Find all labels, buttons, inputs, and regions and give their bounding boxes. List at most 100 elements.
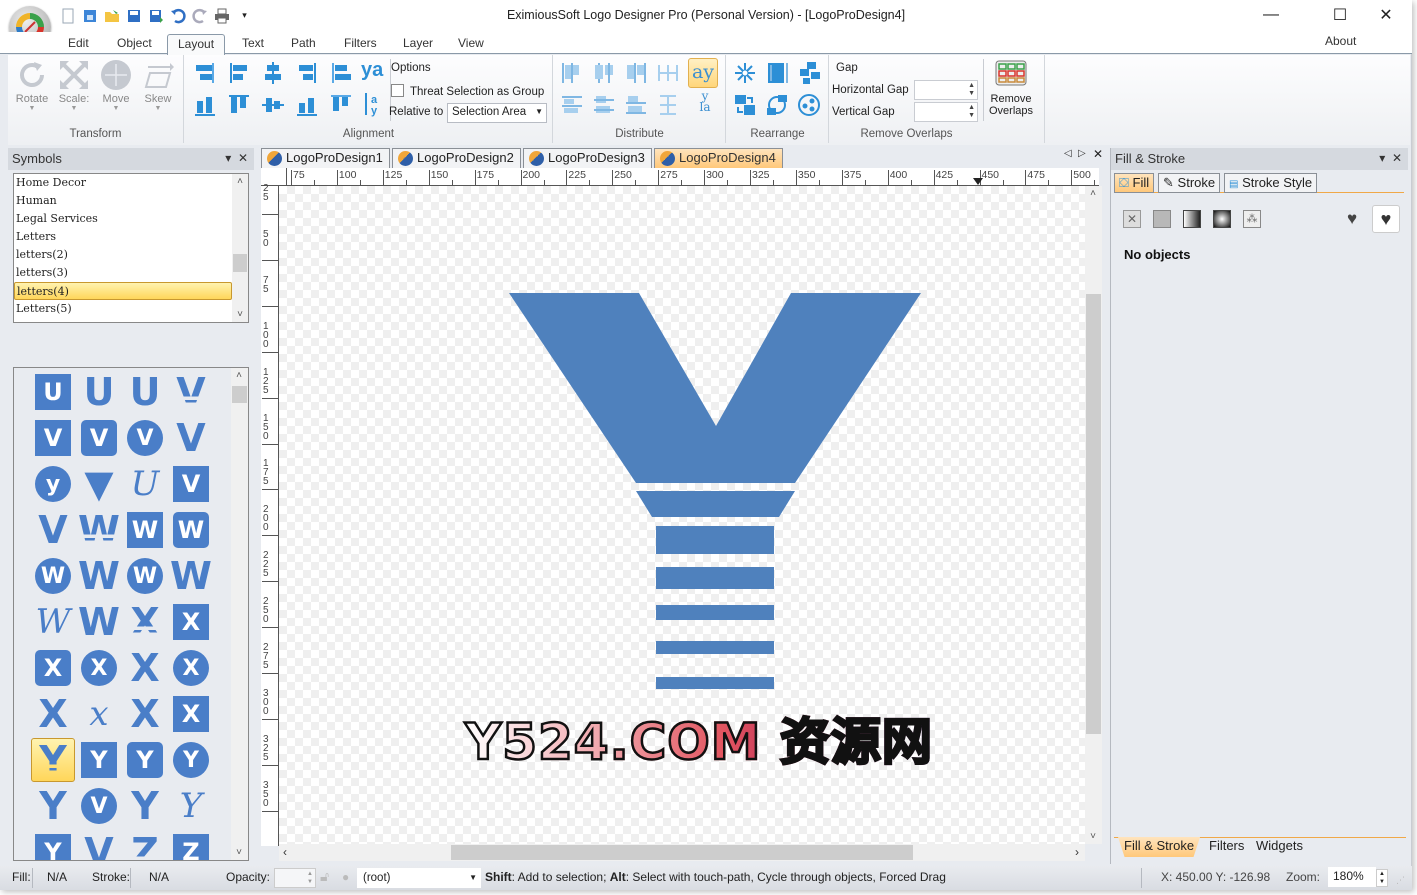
- symbol-item[interactable]: Z: [169, 830, 213, 860]
- tab-layer[interactable]: Layer: [393, 34, 443, 55]
- align-bottom-edge-icon[interactable]: [295, 93, 321, 117]
- align-top-edge-icon[interactable]: [329, 93, 355, 117]
- doc-close-icon[interactable]: ✕: [1093, 147, 1103, 161]
- symbol-item[interactable]: V: [31, 416, 75, 460]
- symbol-item[interactable]: X: [169, 692, 213, 736]
- symbol-item[interactable]: U: [77, 370, 121, 414]
- doc-tab-1[interactable]: LogoProDesign1: [261, 148, 390, 168]
- tab-path[interactable]: Path: [281, 34, 326, 55]
- symbol-item[interactable]: Y: [77, 738, 121, 782]
- align-bottom-icon[interactable]: [193, 93, 219, 117]
- symbol-item[interactable]: Y: [31, 784, 75, 828]
- close-button[interactable]: ✕: [1363, 0, 1409, 30]
- save-as-icon[interactable]: [148, 8, 165, 24]
- scroll-down-icon[interactable]: ˅: [232, 309, 248, 320]
- symbol-item[interactable]: X: [123, 600, 167, 644]
- no-paint-icon[interactable]: ✕: [1123, 210, 1141, 228]
- pattern-icon[interactable]: ⁂: [1243, 210, 1261, 228]
- symbol-item[interactable]: ▼: [77, 462, 121, 506]
- symbol-item[interactable]: W: [169, 508, 213, 552]
- tab-scroll-right-icon[interactable]: ▷: [1078, 148, 1086, 159]
- tab-fill[interactable]: ⛋ Fill: [1114, 173, 1155, 193]
- scroll-thumb[interactable]: [1086, 294, 1101, 734]
- scroll-thumb[interactable]: [233, 254, 247, 272]
- customize-dropdown-icon[interactable]: ▾: [236, 8, 253, 24]
- symbol-item[interactable]: V: [169, 416, 213, 460]
- randomize-icon[interactable]: [797, 61, 823, 85]
- category-item[interactable]: Home Decor: [14, 174, 232, 192]
- checkbox-box[interactable]: [391, 84, 404, 97]
- symbol-item[interactable]: Y: [31, 830, 75, 860]
- symbol-item[interactable]: Y: [123, 784, 167, 828]
- spin-arrows-icon[interactable]: ▲ ▼: [307, 870, 313, 886]
- symbol-item[interactable]: Y: [169, 784, 213, 828]
- symbol-item[interactable]: V: [169, 462, 213, 506]
- symbol-item[interactable]: X: [31, 646, 75, 690]
- panel-menu-icon[interactable]: ▾: [1379, 151, 1385, 165]
- spin-arrows-icon[interactable]: ▲ ▼: [968, 82, 975, 98]
- align-right-icon[interactable]: [295, 61, 321, 85]
- tab-text[interactable]: Text: [232, 34, 274, 55]
- category-item[interactable]: Letters(5): [14, 300, 232, 318]
- category-item[interactable]: letters(4): [14, 282, 232, 300]
- symbol-item[interactable]: W: [31, 600, 75, 644]
- scroll-up-icon[interactable]: ˄: [232, 176, 248, 187]
- align-center-h-icon[interactable]: [227, 61, 253, 85]
- symbol-item[interactable]: W: [123, 508, 167, 552]
- print-icon[interactable]: [214, 8, 231, 24]
- rotate-positions-icon[interactable]: [765, 93, 791, 117]
- doc-tab-3[interactable]: LogoProDesign3: [523, 148, 652, 168]
- scroll-down-icon[interactable]: ˅: [1085, 831, 1101, 842]
- opacity-input[interactable]: ▲ ▼: [274, 868, 316, 888]
- distribute-right-icon[interactable]: [624, 61, 650, 85]
- scroll-down-icon[interactable]: ˅: [231, 847, 247, 858]
- resize-grip-icon[interactable]: ⋰: [1396, 875, 1405, 886]
- symbol-item[interactable]: y: [31, 462, 75, 506]
- symbol-item[interactable]: Y: [31, 738, 75, 782]
- doc-tab-4[interactable]: LogoProDesign4: [654, 148, 783, 168]
- tab-layout[interactable]: Layout: [167, 34, 226, 56]
- symbol-item[interactable]: W: [123, 554, 167, 598]
- unclump-icon[interactable]: [733, 61, 759, 85]
- horizontal-gap-input[interactable]: ▲ ▼: [914, 80, 978, 100]
- minimize-button[interactable]: —: [1248, 0, 1294, 30]
- bottom-tab-filters[interactable]: Filters: [1203, 837, 1250, 857]
- relative-to-select[interactable]: Selection Area ▼: [447, 103, 547, 123]
- open-folder-icon[interactable]: [104, 8, 121, 24]
- symbol-item[interactable]: W: [77, 554, 121, 598]
- layer-select[interactable]: (root) ▼: [357, 868, 481, 888]
- linear-gradient-icon[interactable]: [1183, 210, 1201, 228]
- bottom-tab-widgets[interactable]: Widgets: [1250, 837, 1309, 857]
- distribute-gaps-h-icon[interactable]: [656, 61, 682, 85]
- distribute-top-icon[interactable]: [560, 93, 586, 117]
- remove-overlaps-button[interactable]: Remove Overlaps: [988, 59, 1034, 117]
- zoom-input[interactable]: 180%: [1328, 867, 1376, 887]
- evenodd-rule-icon[interactable]: ♥: [1347, 210, 1367, 228]
- tab-object[interactable]: Object: [107, 34, 162, 55]
- zoom-spin-icon[interactable]: ▲ ▼: [1376, 869, 1388, 887]
- symbol-item[interactable]: U: [123, 370, 167, 414]
- arrange-grid-icon[interactable]: [765, 61, 791, 85]
- scroll-left-icon[interactable]: ‹: [283, 845, 287, 859]
- symbol-item[interactable]: X: [31, 692, 75, 736]
- visibility-icon[interactable]: ●: [342, 870, 349, 884]
- symbol-item[interactable]: W: [169, 554, 213, 598]
- distribute-bottom-icon[interactable]: [624, 93, 650, 117]
- category-item[interactable]: Human: [14, 192, 232, 210]
- distribute-gaps-v-icon[interactable]: [656, 93, 682, 117]
- open-template-icon[interactable]: [82, 8, 99, 24]
- symbol-item[interactable]: X: [123, 692, 167, 736]
- maximize-button[interactable]: ☐: [1317, 0, 1363, 30]
- tab-view[interactable]: View: [448, 34, 494, 55]
- category-item[interactable]: Legal Services: [14, 210, 232, 228]
- scroll-thumb[interactable]: [451, 845, 913, 860]
- tab-edit[interactable]: Edit: [58, 34, 99, 55]
- category-item[interactable]: letters(3): [14, 264, 232, 282]
- symbol-item[interactable]: W: [77, 508, 121, 552]
- distribute-left-icon[interactable]: [560, 61, 586, 85]
- scroll-up-icon[interactable]: ˄: [231, 370, 247, 381]
- align-middle-icon[interactable]: [261, 93, 287, 117]
- symbol-item[interactable]: V: [77, 830, 121, 860]
- nonzero-rule-icon[interactable]: ♥: [1372, 205, 1400, 233]
- align-baseline-text-icon[interactable]: ya: [361, 59, 387, 83]
